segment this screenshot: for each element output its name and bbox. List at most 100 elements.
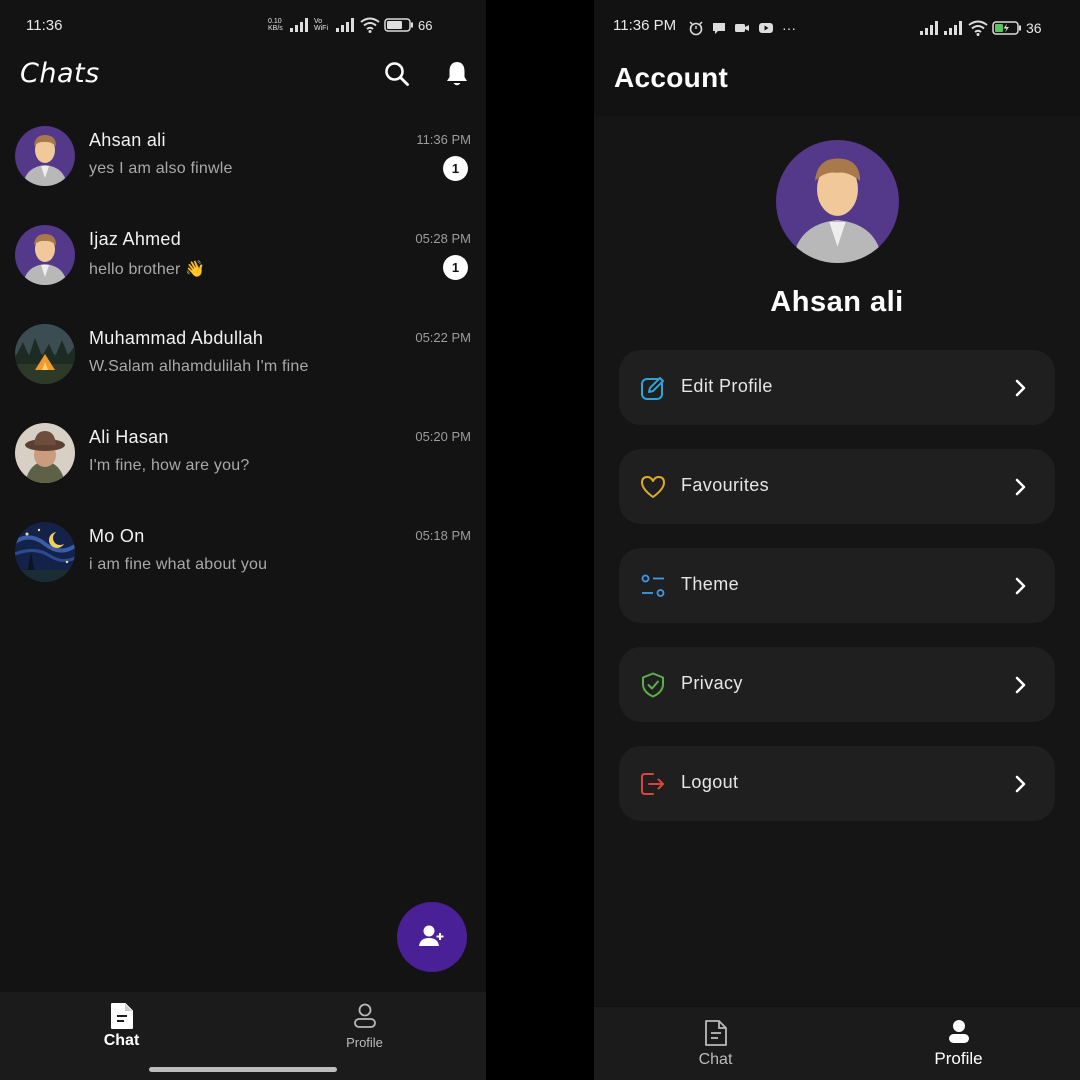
net-speed: 0.10 KB/s — [268, 18, 283, 32]
shield-icon — [642, 672, 664, 698]
menu-label: Theme — [681, 574, 740, 594]
avatar[interactable] — [15, 126, 75, 186]
youtube-icon — [759, 23, 773, 33]
profile-name: Ahsan ali — [770, 286, 904, 318]
menu-label: Logout — [681, 772, 739, 792]
message-time: 11:36 PM — [416, 132, 471, 147]
camping-tent-photo-icon — [15, 324, 75, 384]
contact-name: Ali Hasan — [89, 427, 169, 447]
wifi-icon — [968, 20, 988, 36]
chat-item[interactable]: Ahsan ali yes I am also finwle 11:36 PM … — [0, 108, 486, 207]
signal-icon — [920, 21, 938, 35]
avatar[interactable] — [15, 324, 75, 384]
nav-chat[interactable]: Chat — [594, 1007, 837, 1080]
status-icons: 0.10 KB/s Vo WiFi 66 — [268, 17, 432, 33]
avatar[interactable] — [15, 522, 75, 582]
page-title: Chats — [20, 58, 100, 89]
menu-edit-profile[interactable]: Edit Profile — [619, 350, 1055, 425]
message-time: 05:18 PM — [415, 528, 471, 543]
contact-name: Ijaz Ahmed — [89, 229, 182, 249]
app-bar: Account — [594, 52, 1080, 116]
chevron-right-icon — [1015, 379, 1026, 397]
status-bar: 11:36 0.10 KB/s Vo WiFi 66 — [0, 0, 486, 52]
add-contact-icon — [419, 925, 444, 946]
message-time: 05:22 PM — [415, 330, 471, 345]
unread-badge: 1 — [443, 156, 468, 181]
chat-item[interactable]: Ijaz Ahmed hello brother 👋 05:28 PM 1 — [0, 207, 486, 306]
menu-label: Edit Profile — [681, 376, 773, 396]
last-message: I'm fine, how are you? — [89, 457, 250, 474]
notification-icons: ··· — [688, 20, 796, 36]
chevron-right-icon — [1015, 577, 1026, 595]
notifications-button[interactable] — [443, 60, 471, 88]
person-avatar-icon — [776, 140, 899, 263]
bell-icon — [447, 62, 467, 86]
chat-item[interactable]: Mo On i am fine what about you 05:18 PM — [0, 504, 486, 603]
alarm-icon — [689, 21, 703, 36]
profile-icon — [353, 1003, 376, 1028]
signal-icon — [336, 18, 354, 32]
theme-toggle-icon — [641, 574, 665, 597]
nav-chat-label: Chat — [103, 1032, 140, 1049]
person-avatar-icon — [15, 126, 75, 186]
contact-name: Ahsan ali — [89, 130, 166, 150]
person-avatar-icon — [15, 225, 75, 285]
video-icon — [735, 24, 749, 32]
last-message: hello brother 👋 — [89, 261, 206, 278]
battery-level: 66 — [418, 17, 433, 33]
menu-logout[interactable]: Logout — [619, 746, 1055, 821]
wifi-icon — [360, 17, 380, 33]
menu-privacy[interactable]: Privacy — [619, 647, 1055, 722]
vowifi-label: Vo WiFi — [314, 18, 328, 32]
starry-night-moon-photo-icon — [15, 522, 75, 582]
battery-charging-icon — [992, 21, 1021, 35]
edit-icon — [641, 377, 664, 400]
menu-favourites[interactable]: Favourites — [619, 449, 1055, 524]
last-message: i am fine what about you — [89, 556, 268, 573]
avatar[interactable] — [15, 225, 75, 285]
status-time: 11:36 — [26, 17, 63, 34]
page-title: Account — [614, 62, 729, 93]
chevron-right-icon — [1015, 478, 1026, 496]
chevron-right-icon — [1015, 775, 1026, 793]
bottom-nav: Chat Profile — [594, 1007, 1080, 1080]
profile-avatar[interactable] — [776, 140, 899, 263]
chats-screen: 11:36 0.10 KB/s Vo WiFi 66 Chats Ahsan a… — [0, 0, 486, 1080]
contact-name: Mo On — [89, 526, 145, 546]
chat-document-icon — [110, 1003, 133, 1029]
search-icon — [385, 62, 409, 86]
message-time: 05:28 PM — [415, 231, 471, 246]
message-time: 05:20 PM — [415, 429, 471, 444]
account-screen: 11:36 PM ··· 36 Account Ahsan ali Edit P… — [594, 0, 1080, 1080]
battery-icon — [384, 18, 413, 32]
home-indicator[interactable] — [149, 1067, 337, 1072]
chat-item[interactable]: Muhammad Abdullah W.Salam alhamdulilah I… — [0, 306, 486, 405]
nav-profile-label: Profile — [346, 1035, 383, 1050]
new-chat-button[interactable] — [397, 902, 467, 972]
avatar[interactable] — [15, 423, 75, 483]
menu-theme[interactable]: Theme — [619, 548, 1055, 623]
last-message: W.Salam alhamdulilah I'm fine — [89, 358, 309, 375]
chat-item[interactable]: Ali Hasan I'm fine, how are you? 05:20 P… — [0, 405, 486, 504]
nav-chat-label: Chat — [698, 1051, 733, 1068]
menu-label: Privacy — [681, 673, 743, 693]
heart-icon — [641, 476, 665, 498]
signal-icon — [290, 18, 308, 32]
profile-section: Ahsan ali Edit Profile Favourites Theme … — [594, 116, 1080, 1006]
last-message: yes I am also finwle — [89, 160, 233, 177]
signal-icon — [944, 21, 962, 35]
status-bar: 11:36 PM ··· 36 — [594, 0, 1080, 52]
chat-document-icon — [704, 1020, 727, 1046]
battery-level: 36 — [1026, 20, 1042, 36]
message-icon — [713, 23, 725, 34]
nav-profile[interactable]: Profile — [837, 1007, 1080, 1080]
hat-man-photo-icon — [15, 423, 75, 483]
nav-profile-label: Profile — [934, 1049, 983, 1068]
more-notifications: ··· — [782, 20, 796, 36]
status-time: 11:36 PM — [613, 17, 677, 34]
search-button[interactable] — [383, 60, 411, 88]
contact-name: Muhammad Abdullah — [89, 328, 264, 348]
unread-badge: 1 — [443, 255, 468, 280]
app-bar: Chats — [0, 52, 486, 108]
profile-icon — [948, 1020, 969, 1043]
